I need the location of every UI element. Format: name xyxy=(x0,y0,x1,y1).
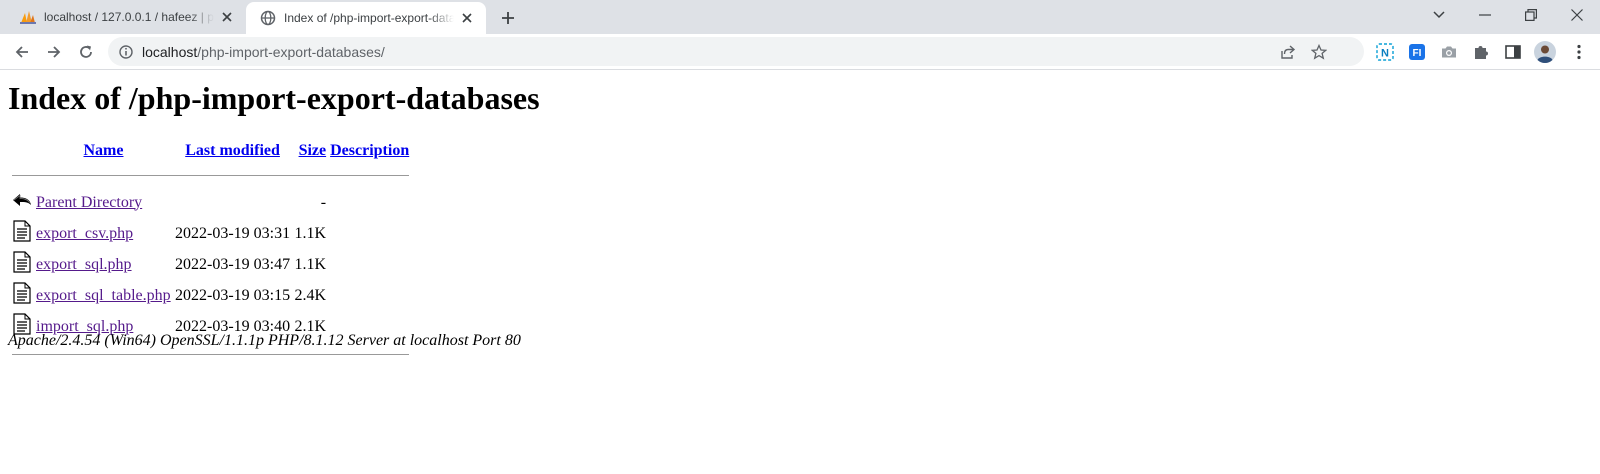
share-icon[interactable] xyxy=(1278,42,1298,62)
icon-column-header xyxy=(11,140,33,162)
sort-by-description-link[interactable]: Description xyxy=(330,142,409,159)
parent-directory-link[interactable]: Parent Directory xyxy=(36,194,142,211)
modified-cell: 2022-03-19 03:47 xyxy=(175,255,291,273)
kebab-menu-icon[interactable] xyxy=(1569,42,1589,62)
name-column-header: Name xyxy=(35,140,172,162)
chevron-down-icon xyxy=(1433,11,1445,19)
divider xyxy=(12,174,410,176)
file-link[interactable]: export_sql_table.php xyxy=(36,287,171,304)
url-text[interactable]: localhost/php-import-export-databases/ xyxy=(142,44,385,60)
url-host: localhost xyxy=(142,43,198,60)
forward-button[interactable] xyxy=(42,40,66,64)
file-link[interactable]: export_sql.php xyxy=(36,256,132,273)
n-extension-icon[interactable]: N xyxy=(1375,42,1395,62)
file-name-cell: export_csv.php xyxy=(35,219,172,248)
arrow-left-icon xyxy=(15,46,28,58)
divider xyxy=(12,353,410,355)
minimize-icon xyxy=(1479,14,1491,16)
globe-icon xyxy=(260,10,276,26)
fi-extension-icon[interactable]: FI xyxy=(1407,42,1427,62)
size-cell: 2.4K xyxy=(294,286,327,304)
tab-search-button[interactable] xyxy=(1416,0,1462,30)
reload-icon xyxy=(80,45,92,58)
sort-by-modified-link[interactable]: Last modified xyxy=(185,142,280,159)
separator-row xyxy=(11,164,410,186)
side-panel-icon[interactable] xyxy=(1503,42,1523,62)
modified-column-header: Last modified xyxy=(174,140,291,162)
close-tab-icon[interactable] xyxy=(220,10,234,24)
new-tab-button[interactable] xyxy=(498,8,518,28)
description-cell xyxy=(329,188,410,217)
arrow-right-icon xyxy=(48,46,61,58)
text-file-icon xyxy=(11,250,33,279)
file-link[interactable]: export_csv.php xyxy=(36,225,133,242)
description-cell xyxy=(329,219,410,248)
close-window-button[interactable] xyxy=(1554,0,1600,30)
file-row: export_csv.php 2022-03-19 03:31 1.1K xyxy=(11,219,410,248)
header-row: Name Last modified Size Description xyxy=(11,140,410,162)
svg-text:N: N xyxy=(1381,48,1389,60)
file-name-cell: export_sql.php xyxy=(35,250,172,279)
restore-button[interactable] xyxy=(1508,0,1554,30)
plus-icon xyxy=(502,12,514,24)
parent-directory-cell: Parent Directory xyxy=(35,188,172,217)
tab-title: Index of /php-import-export-databases/ xyxy=(284,11,454,25)
bookmark-star-icon[interactable] xyxy=(1309,42,1329,62)
modified-cell xyxy=(174,188,291,217)
address-bar[interactable]: localhost/php-import-export-databases/ xyxy=(108,37,1364,66)
url-path: /php-import-export-databases/ xyxy=(197,43,385,60)
restore-icon xyxy=(1525,9,1537,21)
size-column-header: Size xyxy=(293,140,327,162)
size-cell: 1.1K xyxy=(294,255,327,273)
sort-by-size-link[interactable]: Size xyxy=(299,142,327,159)
modified-cell: 2022-03-19 03:15 xyxy=(175,286,291,304)
svg-text:FI: FI xyxy=(1413,48,1422,59)
tab-phpmyadmin[interactable]: localhost / 127.0.0.1 / hafeez | phpMyAd… xyxy=(8,0,246,34)
browser-toolbar: localhost/php-import-export-databases/ N… xyxy=(0,34,1600,70)
description-column-header: Description xyxy=(329,140,410,162)
close-tab-icon[interactable] xyxy=(460,11,474,25)
parent-row: Parent Directory - xyxy=(11,188,410,217)
size-cell: 1.1K xyxy=(294,224,327,242)
modified-cell: 2022-03-19 03:31 xyxy=(175,224,291,242)
camera-icon[interactable] xyxy=(1439,42,1459,62)
size-cell: - xyxy=(320,193,327,211)
sort-by-name-link[interactable]: Name xyxy=(84,142,124,159)
back-arrow-icon xyxy=(11,188,33,217)
tab-strip: localhost / 127.0.0.1 / hafeez | phpMyAd… xyxy=(0,0,1600,34)
puzzle-icon[interactable] xyxy=(1471,42,1491,62)
file-row: export_sql.php 2022-03-19 03:47 1.1K xyxy=(11,250,410,279)
info-icon[interactable] xyxy=(118,44,134,60)
description-cell xyxy=(329,281,410,310)
tab-index-of[interactable]: Index of /php-import-export-databases/ xyxy=(246,2,486,34)
file-name-cell: export_sql_table.php xyxy=(35,281,172,310)
close-icon xyxy=(1571,9,1583,21)
file-row: export_sql_table.php 2022-03-19 03:15 2.… xyxy=(11,281,410,310)
reload-button[interactable] xyxy=(74,40,98,64)
server-signature: Apache/2.4.54 (Win64) OpenSSL/1.1.1p PHP… xyxy=(8,332,521,349)
tab-title: localhost / 127.0.0.1 / hafeez | phpMyAd… xyxy=(44,10,214,24)
phpmyadmin-sail-icon xyxy=(20,9,36,25)
avatar[interactable] xyxy=(1533,40,1557,64)
page-heading: Index of /php-import-export-databases xyxy=(8,80,540,116)
text-file-icon xyxy=(11,281,33,310)
back-button[interactable] xyxy=(10,40,34,64)
description-cell xyxy=(329,250,410,279)
minimize-button[interactable] xyxy=(1462,0,1508,30)
text-file-icon xyxy=(11,219,33,248)
